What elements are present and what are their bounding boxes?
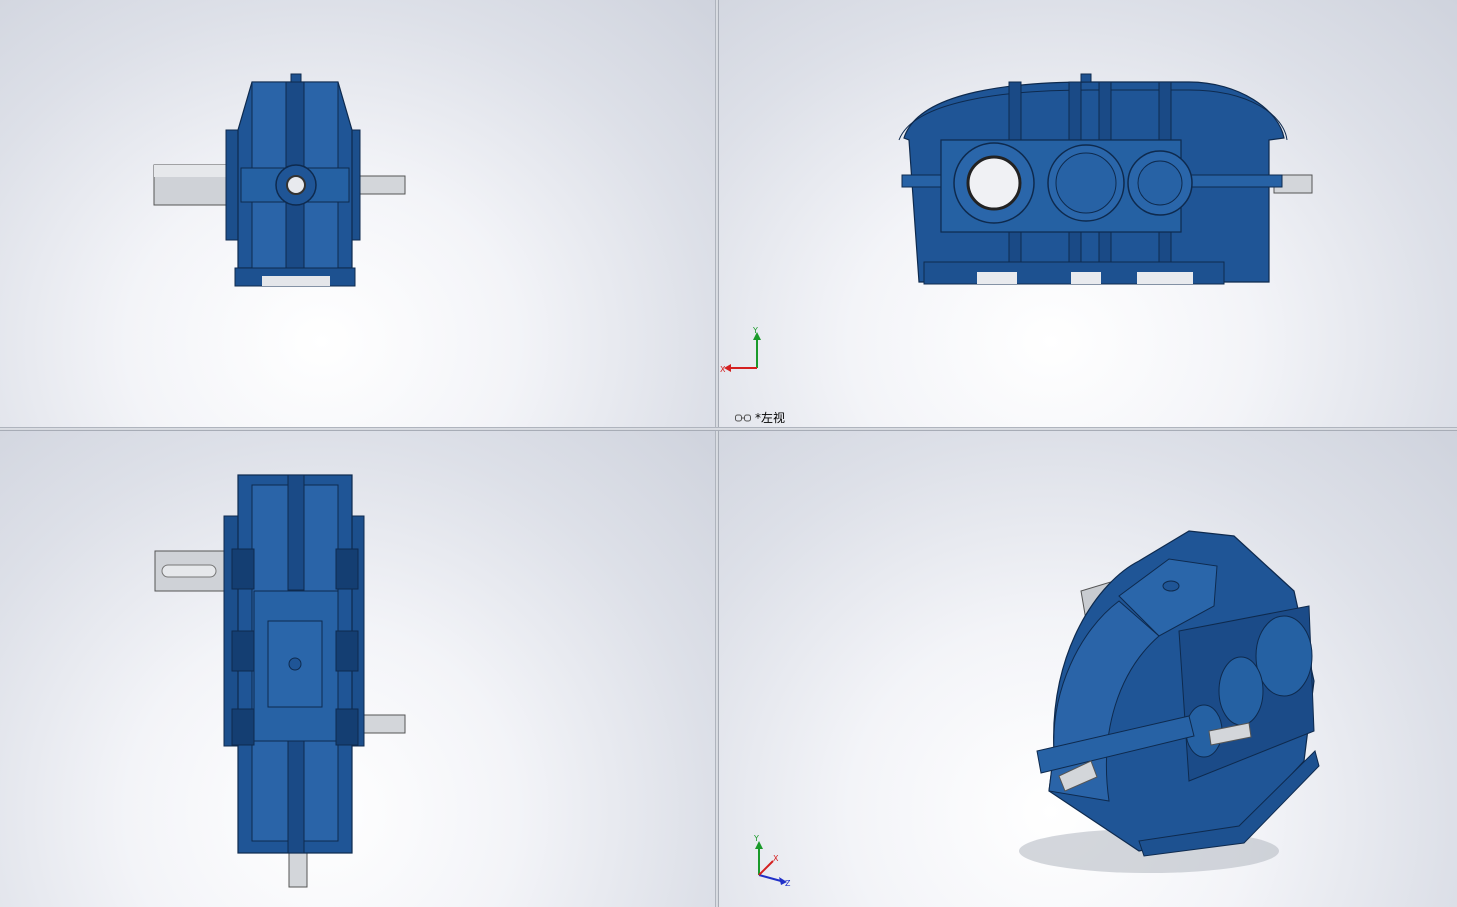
horizontal-splitter[interactable]: [0, 427, 1457, 431]
viewport-left[interactable]: Y X *左视: [719, 0, 1457, 427]
front-view-model: [153, 73, 406, 287]
view-name: *左视: [755, 411, 786, 425]
viewport-front[interactable]: [0, 0, 715, 427]
axis-z-label: Z: [785, 879, 791, 888]
top-view-model: [154, 474, 406, 888]
axis-y-label: Y: [752, 326, 758, 335]
viewport-isometric[interactable]: Y X Z: [719, 431, 1457, 907]
view-glasses-icon: [735, 414, 751, 421]
isometric-view-model: Y X Z: [753, 530, 1320, 888]
left-view-model: Y X: [720, 73, 1313, 374]
axis-x-label: X: [720, 365, 726, 374]
axis-y-label: Y: [753, 834, 759, 843]
axis-x-label: X: [773, 854, 779, 863]
viewport-top[interactable]: [0, 431, 715, 907]
triad-icon: Y X: [720, 326, 761, 374]
view-label: *左视: [735, 409, 785, 426]
triad-icon: Y X Z: [753, 834, 791, 888]
vertical-splitter[interactable]: [715, 0, 719, 907]
